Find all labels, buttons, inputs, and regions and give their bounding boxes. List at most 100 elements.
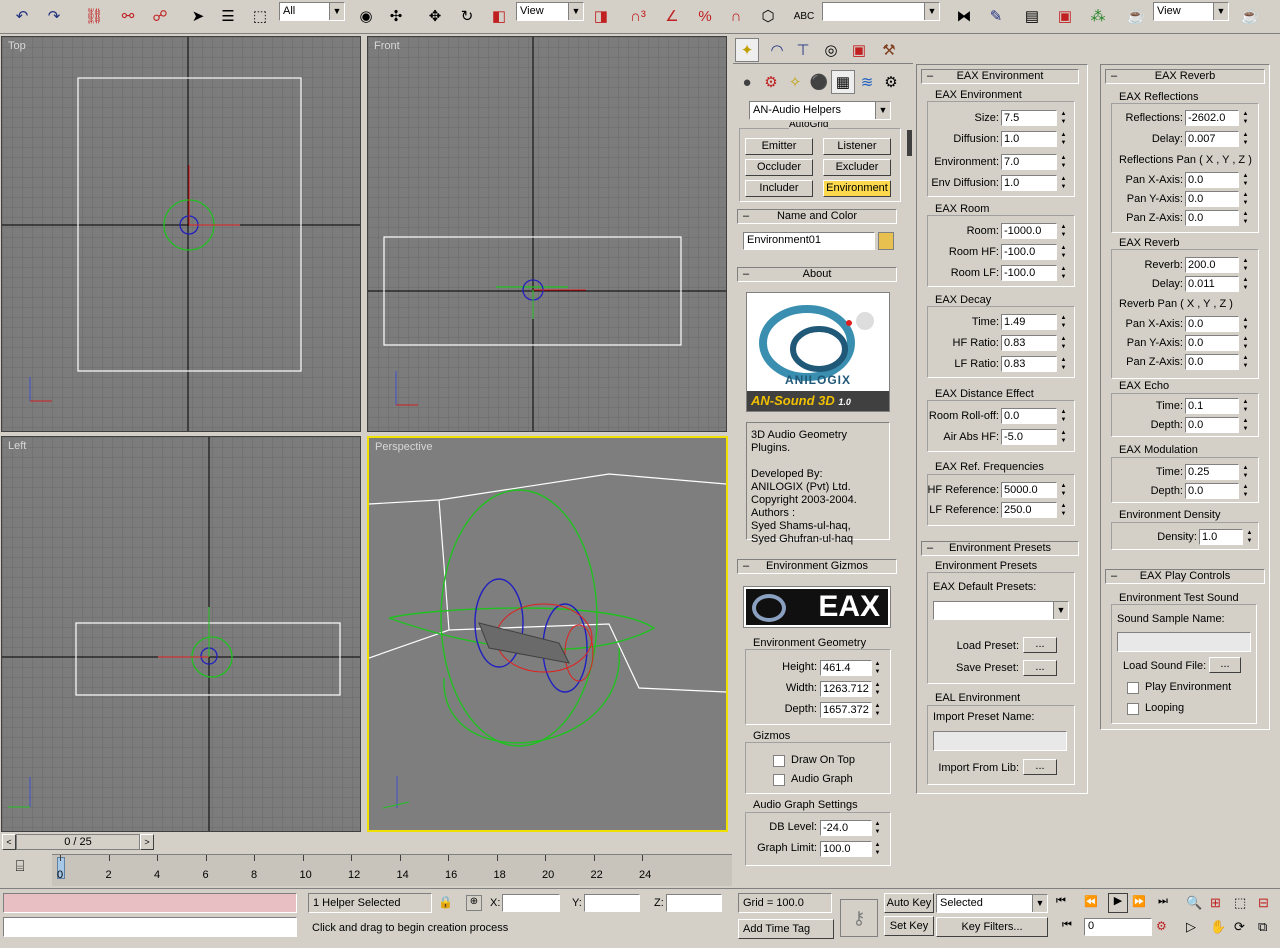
reflections-delay-spinner[interactable]: 0.007 [1185, 131, 1239, 147]
modulation-depth-spinner[interactable]: 0.0 [1185, 483, 1239, 499]
spinner-arrows-icon[interactable]: ▲ ▼ [1059, 314, 1068, 330]
spinner-arrows-icon[interactable]: ▲ ▼ [1059, 502, 1068, 518]
systems-icon[interactable]: ⚙ [879, 70, 903, 94]
render-scene-icon[interactable]: ☕ [1124, 4, 1148, 28]
eax-environment-rollout[interactable]: – EAX Environment [921, 69, 1079, 84]
reflections-spinner[interactable]: -2602.0 [1185, 110, 1239, 126]
selection-filter-dropdown[interactable]: All ▼ [279, 2, 345, 21]
current-frame-input[interactable]: 0 [1084, 918, 1152, 936]
echo-depth-spinner[interactable]: 0.0 [1185, 417, 1239, 433]
trackbar[interactable]: ⌸ 0 2 4 6 8 10 12 14 16 18 20 22 24 [0, 852, 735, 888]
panel-scrollbar-thumb[interactable] [907, 130, 912, 156]
echo-time-spinner[interactable]: 0.1 [1185, 398, 1239, 414]
key-filters-button[interactable]: Key Filters... [936, 917, 1048, 937]
motion-tab-icon[interactable]: ◎ [819, 38, 843, 62]
room-hf-spinner[interactable]: -100.0 [1001, 244, 1057, 260]
spinner-arrows-icon[interactable]: ▲ ▼ [1059, 131, 1068, 147]
y-coord-input[interactable] [584, 894, 640, 912]
spinner-arrows-icon[interactable]: ▲ ▼ [1241, 316, 1250, 332]
viewport-left[interactable]: Left [1, 436, 361, 832]
field-of-view-icon[interactable]: ▷ [1186, 919, 1204, 937]
maximize-viewport-icon[interactable]: ⧉ [1258, 919, 1276, 937]
named-selection-dropdown[interactable]: ▼ [822, 2, 940, 21]
load-sound-file-button[interactable]: ... [1209, 657, 1241, 673]
rect-region-icon[interactable]: ⬚ [248, 4, 272, 28]
track-view-icon[interactable]: ▤ [1020, 4, 1044, 28]
reverb-spinner[interactable]: 200.0 [1185, 257, 1239, 273]
reverb-pan-z-spinner[interactable]: 0.0 [1185, 354, 1239, 370]
viewport-top[interactable]: Top [1, 36, 361, 432]
zoom-extents-all-icon[interactable]: ⊟ [1258, 895, 1276, 913]
modulation-time-spinner[interactable]: 0.25 [1185, 464, 1239, 480]
display-tab-icon[interactable]: ▣ [847, 38, 871, 62]
spinner-arrows-icon[interactable]: ▲ ▼ [1059, 175, 1068, 191]
listener-button[interactable]: Listener [823, 138, 891, 155]
looping-checkbox[interactable] [1127, 703, 1139, 715]
viewport-front[interactable]: Front [367, 36, 727, 432]
edit-named-selection-icon[interactable]: ABC [792, 4, 816, 28]
room-lf-spinner[interactable]: -100.0 [1001, 265, 1057, 281]
lights-icon[interactable]: ✧ [783, 70, 807, 94]
maxscript-listener-input[interactable] [3, 893, 297, 913]
db-level-spinner[interactable]: -24.0 [820, 820, 872, 836]
environment-spinner[interactable]: 7.0 [1001, 154, 1057, 170]
environment-button[interactable]: Environment [823, 180, 891, 197]
ref-coord-dropdown[interactable]: View ▼ [516, 2, 584, 21]
reflections-pan-y-spinner[interactable]: 0.0 [1185, 191, 1239, 207]
bind-spacewarp-icon[interactable]: ☍ [148, 4, 172, 28]
quick-render-icon[interactable]: ☕ [1238, 4, 1262, 28]
zoom-all-icon[interactable]: ⊞ [1210, 895, 1228, 913]
play-icon[interactable]: ▶ [1108, 893, 1128, 913]
key-mode-dropdown[interactable]: Selected ▼ [936, 894, 1048, 913]
utilities-tab-icon[interactable]: ⚒ [877, 38, 901, 62]
excluder-button[interactable]: Excluder [823, 159, 891, 176]
spinner-arrows-icon[interactable]: ▲ ▼ [1059, 244, 1068, 260]
about-rollout[interactable]: – About [737, 267, 897, 282]
time-slider-next-icon[interactable]: > [140, 834, 154, 850]
sound-sample-name-input[interactable] [1117, 632, 1251, 652]
lock-icon[interactable]: 🔒 [438, 895, 454, 911]
depth-spinner[interactable]: 1657.372 [820, 702, 872, 718]
object-name-input[interactable]: Environment01 [743, 232, 875, 250]
spinner-arrows-icon[interactable]: ▲ ▼ [1241, 172, 1250, 188]
save-preset-button[interactable]: ... [1023, 660, 1057, 676]
spacewarps-icon[interactable]: ≋ [855, 70, 879, 94]
add-time-tag-button[interactable]: Add Time Tag [738, 919, 834, 939]
viewport-label[interactable]: Front [374, 40, 400, 52]
environment-presets-rollout[interactable]: – Environment Presets [921, 541, 1079, 556]
move-icon[interactable]: ✥ [423, 4, 447, 28]
create-tab-icon[interactable]: ✦ [735, 38, 759, 62]
import-preset-name-input[interactable] [933, 731, 1067, 751]
next-frame-icon[interactable]: ⏩ [1132, 895, 1150, 913]
spinner-arrows-icon[interactable]: ▲ ▼ [1241, 417, 1250, 433]
viewport-perspective[interactable]: Perspective [367, 436, 728, 832]
rolloff-spinner[interactable]: 0.0 [1001, 408, 1057, 424]
hf-ratio-spinner[interactable]: 0.83 [1001, 335, 1057, 351]
snap-3d-icon[interactable]: ∩³ [626, 4, 650, 28]
audio-graph-checkbox[interactable] [773, 774, 785, 786]
geometry-icon[interactable]: ● [735, 70, 759, 94]
zoom-icon[interactable]: 🔍 [1186, 895, 1204, 913]
spinner-arrows-icon[interactable]: ▲ ▼ [1059, 482, 1068, 498]
spinner-arrows-icon[interactable]: ▲ ▼ [1059, 356, 1068, 372]
room-spinner[interactable]: -1000.0 [1001, 223, 1057, 239]
spinner-arrows-icon[interactable]: ▲ ▼ [873, 841, 882, 857]
zoom-extents-icon[interactable]: ⬚ [1234, 895, 1252, 913]
spinner-arrows-icon[interactable]: ▲ ▼ [873, 681, 882, 697]
previous-frame-icon[interactable]: ⏪ [1084, 895, 1102, 913]
reverb-pan-x-spinner[interactable]: 0.0 [1185, 316, 1239, 332]
undo-icon[interactable]: ↶ [10, 4, 34, 28]
angle-snap-icon[interactable]: ∠ [660, 4, 684, 28]
schematic-icon[interactable]: ▣ [1053, 4, 1077, 28]
time-slider[interactable]: < 0 / 25 > [0, 834, 160, 850]
select-move-region-icon[interactable]: ◉ [354, 4, 378, 28]
viewport-label[interactable]: Perspective [375, 441, 432, 453]
spinner-arrows-icon[interactable]: ▲ ▼ [1241, 191, 1250, 207]
includer-button[interactable]: Includer [745, 180, 813, 197]
decay-time-spinner[interactable]: 1.49 [1001, 314, 1057, 330]
graph-limit-spinner[interactable]: 100.0 [820, 841, 872, 857]
spinner-arrows-icon[interactable]: ▲ ▼ [1241, 354, 1250, 370]
env-diffusion-spinner[interactable]: 1.0 [1001, 175, 1057, 191]
load-preset-button[interactable]: ... [1023, 637, 1057, 653]
spinner-arrows-icon[interactable]: ▲ ▼ [1245, 529, 1254, 545]
